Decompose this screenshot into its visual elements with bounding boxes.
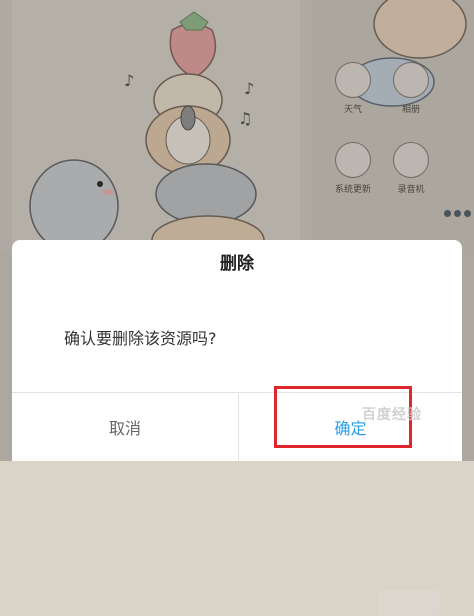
cancel-button[interactable]: 取消 [12, 393, 238, 461]
background-button [378, 590, 440, 616]
confirm-button[interactable]: 确定 [239, 393, 462, 461]
dialog-title: 删除 [220, 254, 254, 274]
dialog-message: 确认要删除该资源吗? [64, 329, 217, 348]
watermark-logo: 百度经验 [362, 407, 422, 423]
delete-confirm-dialog: 删除 确认要删除该资源吗? 取消 确定 [12, 240, 462, 461]
